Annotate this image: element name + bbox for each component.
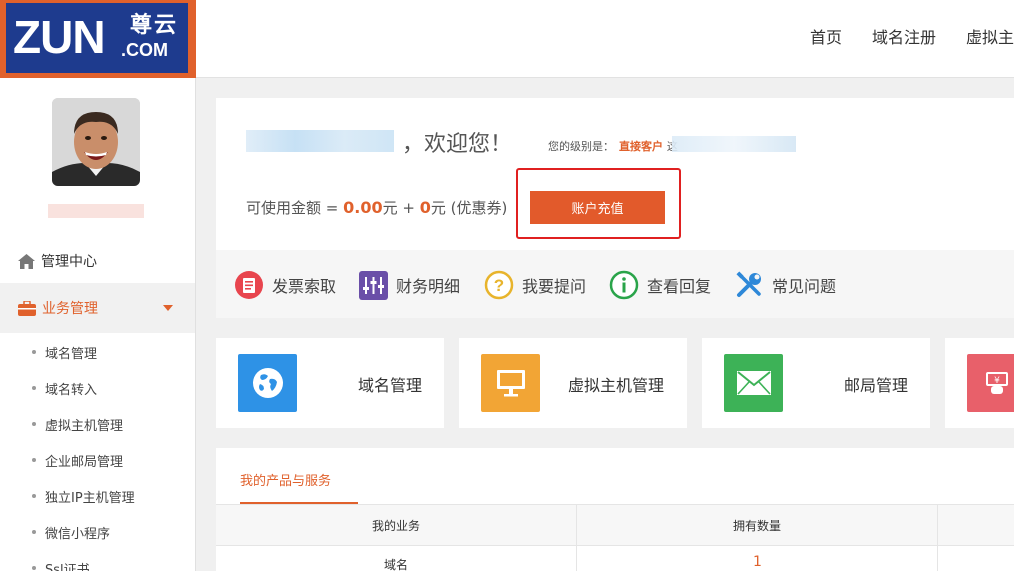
card-label: 邮局管理 [844, 376, 909, 395]
logo-brand: ZUN [13, 11, 106, 63]
sliders-icon [359, 270, 388, 300]
question-icon: ? [484, 270, 514, 300]
sidebar-subitem-virtual-host[interactable]: 虚拟主机管理 [32, 414, 123, 434]
sidebar-item-business-management[interactable]: 业务管理 [0, 283, 195, 333]
bullet-icon [32, 350, 36, 354]
globe-icon [238, 354, 297, 412]
recharge-button[interactable]: 账户充值 [530, 191, 665, 224]
balance-amount: 0.00 [343, 198, 383, 217]
coupon-unit: 元 (优惠券) [430, 199, 508, 217]
sidebar-subitem-domain-management[interactable]: 域名管理 [32, 342, 97, 362]
monitor-icon [481, 354, 540, 412]
card-label: 域名管理 [358, 376, 423, 395]
card-more[interactable]: ¥ [945, 338, 1014, 428]
card-virtual-host-management[interactable]: 虚拟主机管理 [459, 338, 687, 428]
briefcase-icon [18, 300, 36, 316]
sidebar-subitem-domain-transfer[interactable]: 域名转入 [32, 378, 97, 398]
tab-my-products[interactable]: 我的产品与服务 [240, 470, 331, 489]
nav-virtual-host[interactable]: 虚拟主 [966, 27, 1014, 49]
sidebar-subitem-ssl-certificate[interactable]: Ssl证书 [32, 558, 90, 571]
bullet-icon [32, 386, 36, 390]
column-divider [937, 504, 938, 571]
sidebar-subitem-label: 企业邮局管理 [45, 454, 124, 470]
sidebar-item-label: 管理中心 [41, 254, 97, 270]
svg-text:?: ? [494, 276, 504, 295]
level-label: 您的级别是： [548, 140, 614, 153]
balance-label: 可使用金额 = [246, 199, 344, 217]
balance-unit: 元 + [382, 199, 420, 217]
username-redacted [48, 204, 144, 218]
table-cell-name: 域名 [384, 558, 409, 571]
quick-links-bar: 发票索取 财务明细 ? 我要提问 查看回复 常见问题 [216, 250, 1014, 318]
sidebar: 管理中心 业务管理 域名管理 域名转入 虚拟主机管理 企业邮局管理 独立IP主机… [0, 78, 196, 571]
nav-home[interactable]: 首页 [810, 27, 842, 49]
quick-link-label: 我要提问 [522, 277, 587, 296]
sidebar-subitem-label: Ssl证书 [45, 562, 90, 571]
column-header: 我的业务 [372, 519, 421, 533]
recharge-highlight-box: 账户充值 [516, 168, 681, 239]
logo-panel: ZUN 尊云 .COM [6, 3, 188, 73]
sidebar-subitem-wechat-miniprogram[interactable]: 微信小程序 [32, 522, 110, 542]
top-header: ZUN 尊云 .COM 首页 域名注册 虚拟主 [0, 0, 1014, 78]
coupon-amount: 0 [419, 198, 431, 217]
logo[interactable]: ZUN 尊云 .COM [0, 0, 196, 78]
sidebar-subitem-label: 独立IP主机管理 [45, 490, 135, 506]
nav-domain-register[interactable]: 域名注册 [872, 27, 936, 49]
column-header: 拥有数量 [733, 519, 782, 533]
level-info-redacted [672, 136, 796, 152]
welcome-panel: ，欢迎您！ 您的级别是： 直接客户 这 可使用金额 = 0.00元 + 0元 (… [216, 98, 1014, 250]
welcome-greeting: ，欢迎您！ [402, 132, 513, 157]
logo-cn-text: 尊云 [130, 13, 179, 38]
quick-link-label: 发票索取 [272, 277, 337, 296]
info-icon [609, 270, 639, 300]
quick-link-label: 查看回复 [647, 277, 712, 296]
products-services-panel: 我的产品与服务 我的业务 拥有数量 域名 1 [216, 448, 1014, 571]
bullet-icon [32, 422, 36, 426]
card-label: 虚拟主机管理 [568, 376, 665, 395]
logo-domain: .COM [121, 40, 168, 60]
table-cell-count[interactable]: 1 [753, 554, 762, 570]
quick-link-finance-details[interactable]: 财务明细 [359, 268, 460, 302]
quick-link-label: 常见问题 [772, 277, 837, 296]
quick-link-invoice[interactable]: 发票索取 [234, 268, 336, 302]
balance-line: 可使用金额 = 0.00元 + 0元 (优惠券) [246, 197, 507, 218]
sidebar-subitem-label: 域名转入 [45, 382, 98, 398]
sidebar-subitem-enterprise-mail[interactable]: 企业邮局管理 [32, 450, 123, 470]
server-icon: ¥ [967, 354, 1014, 412]
quick-link-ask-question[interactable]: ? 我要提问 [484, 268, 586, 302]
tools-icon [736, 271, 761, 297]
bullet-icon [32, 494, 36, 498]
sidebar-item-label: 业务管理 [42, 301, 98, 317]
sidebar-subitem-dedicated-ip-host[interactable]: 独立IP主机管理 [32, 486, 135, 506]
sidebar-subitem-label: 微信小程序 [45, 526, 111, 542]
sidebar-item-management-center[interactable]: 管理中心 [18, 250, 97, 272]
envelope-icon [724, 354, 783, 412]
level-value: 直接客户 这 [619, 138, 678, 154]
avatar [52, 98, 140, 186]
bullet-icon [32, 458, 36, 462]
invoice-icon [235, 271, 263, 299]
quick-link-view-replies[interactable]: 查看回复 [609, 268, 711, 302]
home-icon [18, 253, 35, 269]
level-value-text: 直接客户 [619, 140, 663, 153]
quick-link-label: 财务明细 [396, 277, 461, 296]
sidebar-subitem-label: 虚拟主机管理 [45, 418, 124, 434]
card-mail-management[interactable]: 邮局管理 [702, 338, 930, 428]
column-divider [576, 504, 577, 571]
quick-link-faq[interactable]: 常见问题 [734, 268, 836, 302]
sidebar-subitem-label: 域名管理 [45, 346, 98, 362]
bullet-icon [32, 566, 36, 570]
caret-down-icon [163, 305, 173, 311]
account-name-redacted [246, 130, 394, 152]
svg-text:¥: ¥ [994, 376, 1000, 386]
bullet-icon [32, 530, 36, 534]
table-header: 我的业务 拥有数量 [216, 504, 1014, 546]
card-domain-management[interactable]: 域名管理 [216, 338, 444, 428]
